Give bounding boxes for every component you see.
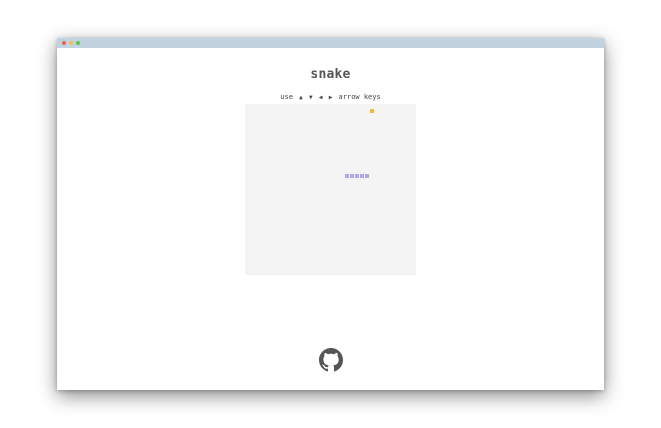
browser-window: snake use ▲ ▼ ◀ ▶ arrow keys bbox=[57, 38, 604, 390]
snake-segment bbox=[350, 174, 354, 178]
food-item bbox=[370, 109, 374, 113]
arrow-up-icon: ▲ bbox=[299, 94, 303, 101]
instructions-prefix: use bbox=[280, 93, 293, 101]
snake-segment bbox=[365, 174, 369, 178]
page: snake use ▲ ▼ ◀ ▶ arrow keys bbox=[0, 0, 661, 428]
arrow-left-icon: ◀ bbox=[318, 94, 323, 101]
window-minimize-button[interactable] bbox=[69, 41, 73, 45]
snake-segment bbox=[360, 174, 364, 178]
snake-segment bbox=[355, 174, 359, 178]
page-content: snake use ▲ ▼ ◀ ▶ arrow keys bbox=[57, 48, 604, 390]
arrow-right-icon: ▶ bbox=[328, 94, 333, 101]
window-titlebar bbox=[57, 38, 604, 48]
window-close-button[interactable] bbox=[62, 41, 66, 45]
game-instructions: use ▲ ▼ ◀ ▶ arrow keys bbox=[57, 93, 604, 101]
arrow-down-icon: ▼ bbox=[309, 94, 313, 101]
window-maximize-button[interactable] bbox=[76, 41, 80, 45]
instructions-suffix: arrow keys bbox=[338, 93, 381, 101]
game-title: snake bbox=[310, 67, 351, 82]
snake-segment bbox=[345, 174, 349, 178]
game-board[interactable] bbox=[245, 104, 416, 275]
github-icon[interactable] bbox=[319, 348, 343, 372]
